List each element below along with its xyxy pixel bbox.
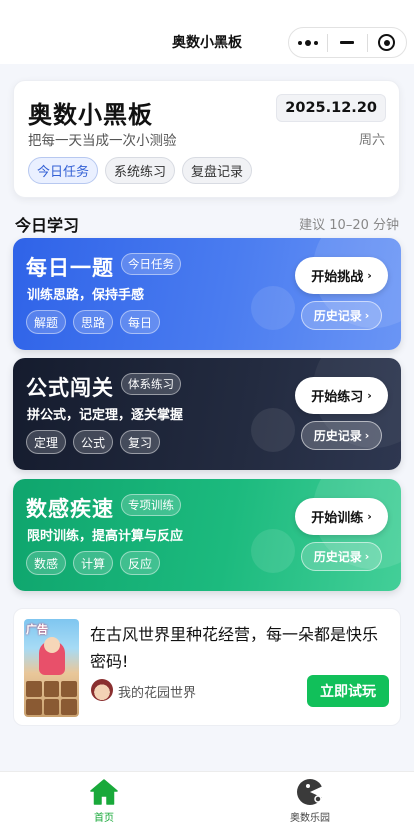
module-chip: 解题	[26, 310, 67, 334]
ad-app-name: 我的花园世界	[118, 686, 197, 701]
module-tag: 体系练习	[121, 373, 181, 395]
tab-home[interactable]: 首页	[74, 778, 134, 824]
module-chip: 公式	[73, 430, 114, 454]
chip-review-record[interactable]: 复盘记录	[182, 157, 253, 184]
button-label: 历史记录	[313, 429, 362, 443]
module-title: 数感疾速	[26, 497, 114, 521]
chevron-right-icon: ›	[364, 309, 370, 322]
history-button[interactable]: 历史记录 ›	[301, 301, 382, 330]
chevron-right-icon: ›	[367, 269, 372, 282]
minimize-icon	[340, 41, 355, 44]
ad-image[interactable]: 广告	[24, 619, 79, 717]
section-hint: 建议 10–20 分钟	[299, 218, 399, 233]
home-icon	[90, 779, 118, 805]
ad-badge: 广告	[26, 623, 48, 636]
module-card-number-sense[interactable]: 数感疾速 专项训练 限时训练，提高计算与反应 数感 计算 反应 开始训练 › 历…	[13, 479, 401, 591]
module-chip: 计算	[73, 551, 114, 575]
chevron-right-icon: ›	[367, 510, 372, 523]
try-now-button[interactable]: 立即试玩	[307, 675, 389, 707]
module-desc: 训练思路，保持手感	[27, 288, 145, 303]
section-title: 今日学习	[15, 216, 80, 235]
pacman-icon	[297, 779, 323, 805]
minimize-button[interactable]	[328, 28, 366, 57]
chevron-right-icon: ›	[364, 429, 370, 442]
ad-text: 在古风世界里种花经营，每一朵都是快乐密码!	[90, 625, 379, 671]
page-subtitle: 把每一天当成一次小测验	[28, 133, 177, 149]
page-title: 奥数小黑板	[28, 101, 153, 129]
module-chip: 数感	[26, 551, 67, 575]
module-desc: 拼公式，记定理，逐关掌握	[27, 408, 184, 423]
chevron-right-icon: ›	[364, 550, 370, 563]
chip-today-task[interactable]: 今日任务	[28, 157, 99, 184]
tab-label: 奥数乐园	[290, 813, 330, 824]
weekday-label: 周六	[358, 133, 385, 148]
tab-math-park[interactable]: 奥数乐园	[280, 778, 340, 824]
module-chip: 反应	[120, 551, 161, 575]
button-label: 开始练习	[311, 390, 364, 405]
history-button[interactable]: 历史记录 ›	[301, 421, 382, 450]
chip-system-practice[interactable]: 系统练习	[105, 157, 176, 184]
mini-program-capsule	[288, 27, 407, 58]
module-title: 公式闯关	[26, 376, 114, 400]
module-card-daily[interactable]: 每日一题 今日任务 训练思路，保持手感 解题 思路 每日 开始挑战 › 历史记录…	[13, 238, 401, 350]
nav-bar: 奥数小黑板	[0, 0, 414, 64]
module-chip: 定理	[26, 430, 67, 454]
tab-label: 首页	[94, 813, 114, 824]
ad-card[interactable]: 广告 在古风世界里种花经营，每一朵都是快乐密码! 我的花园世界 立即试玩	[13, 608, 401, 726]
more-button[interactable]	[289, 28, 327, 57]
close-button[interactable]	[368, 28, 406, 57]
start-challenge-button[interactable]: 开始挑战 ›	[295, 257, 388, 294]
start-training-button[interactable]: 开始训练 ›	[295, 498, 388, 535]
button-label: 开始训练	[311, 511, 364, 526]
module-tag: 专项训练	[121, 494, 181, 516]
module-chip: 思路	[73, 310, 114, 334]
date-badge: 2025.12.20	[276, 94, 386, 122]
tab-bar: 首页 奥数乐园	[0, 771, 414, 827]
button-label: 开始挑战	[311, 270, 364, 285]
more-dots-icon	[298, 39, 319, 46]
module-chip: 每日	[120, 310, 161, 334]
start-practice-button[interactable]: 开始练习 ›	[295, 377, 388, 414]
module-card-formula[interactable]: 公式闯关 体系练习 拼公式，记定理，逐关掌握 定理 公式 复习 开始练习 › 历…	[13, 358, 401, 470]
target-circle-icon	[378, 34, 396, 51]
history-button[interactable]: 历史记录 ›	[301, 542, 382, 571]
module-tag: 今日任务	[121, 253, 181, 275]
header-card: 奥数小黑板 把每一天当成一次小测验 2025.12.20 周六 今日任务 系统练…	[13, 80, 400, 198]
module-chip: 复习	[120, 430, 161, 454]
module-title: 每日一题	[26, 256, 114, 280]
module-desc: 限时训练，提高计算与反应	[27, 529, 184, 544]
button-label: 历史记录	[313, 550, 362, 564]
avatar	[91, 679, 113, 701]
button-label: 历史记录	[313, 309, 362, 323]
chevron-right-icon: ›	[367, 389, 372, 402]
